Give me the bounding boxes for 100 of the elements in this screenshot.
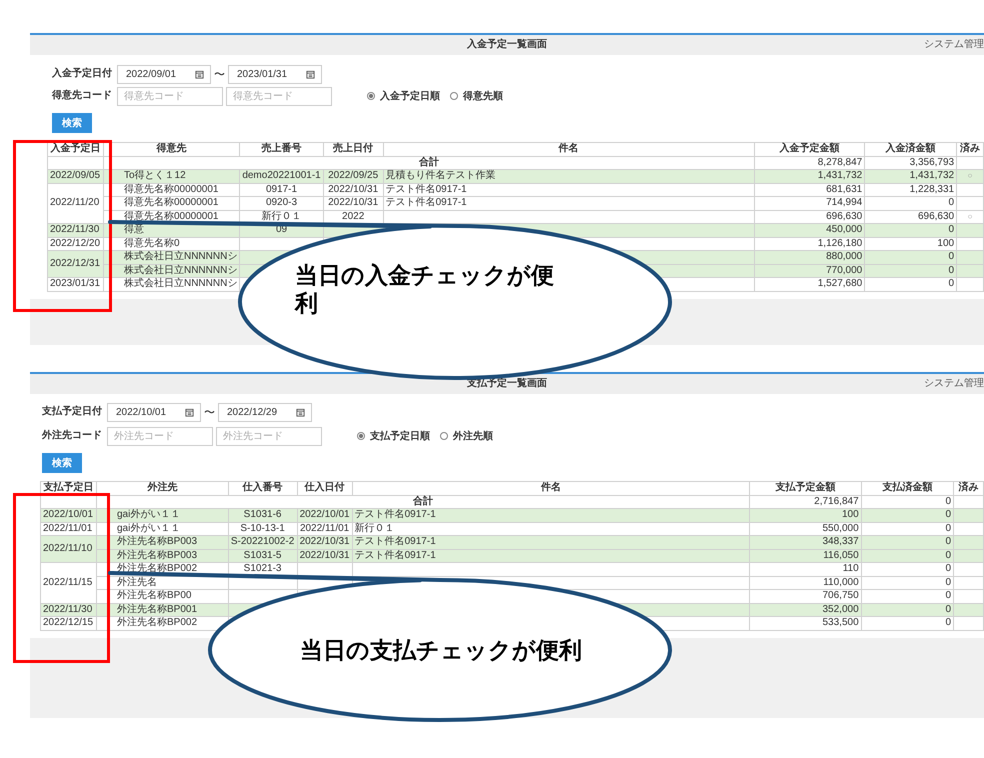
column-header: 済み <box>956 142 984 156</box>
table-cell: 2022/10/01 <box>40 508 96 522</box>
table-cell: demo20221001-1 <box>240 170 324 183</box>
table-cell: 1,228,331 <box>864 183 957 196</box>
sort-radio[interactable]: 支払予定日順 <box>357 429 430 443</box>
date-field[interactable]: 2023/01/31 <box>228 64 322 84</box>
calendar-icon <box>185 408 194 416</box>
table-cell: 0 <box>861 508 954 522</box>
table-cell: 2022/11/15 <box>40 562 96 603</box>
table-cell: 0 <box>861 549 954 562</box>
table-cell: 110 <box>750 562 862 576</box>
column-header: 売上番号 <box>240 142 324 156</box>
table-cell: テスト件名0917-1 <box>383 183 754 196</box>
field-label: 得意先コード <box>52 90 113 102</box>
table-cell: 外注先名称BP003 <box>96 549 228 562</box>
table-cell: 1,431,732 <box>864 170 957 183</box>
code-field[interactable]: 外注先コード <box>216 426 322 446</box>
table-cell: 533,500 <box>750 616 862 630</box>
radio-icon[interactable] <box>450 92 458 100</box>
code-field[interactable]: 得意先コード <box>226 86 332 106</box>
radio-icon[interactable] <box>357 432 365 440</box>
table-cell: 0 <box>861 576 954 590</box>
table-cell: 0920-3 <box>240 196 324 210</box>
table-cell: テスト件名0917-1 <box>352 536 750 549</box>
table-cell: テスト件名0917-1 <box>352 549 750 562</box>
table-cell: 0 <box>861 562 954 576</box>
table-cell: 2022/11/30 <box>48 224 104 237</box>
table-cell: 得意先名称00000001 <box>103 196 240 210</box>
table-cell: S1031-5 <box>228 549 298 562</box>
column-header: 仕入日付 <box>297 482 352 495</box>
table-cell: 見積もり件名テスト作業 <box>383 170 754 183</box>
table-cell: 0 <box>861 536 954 549</box>
table-cell: 2022/11/10 <box>40 536 96 562</box>
table-cell: 2022/10/31 <box>297 536 352 549</box>
table-cell: 2022/10/01 <box>297 508 352 522</box>
user-name: システム管理 <box>924 39 984 51</box>
table-cell: 2022/09/05 <box>48 170 104 183</box>
column-header: 入金予定金額 <box>754 142 865 156</box>
table-cell: 880,000 <box>754 250 865 264</box>
code-field[interactable]: 外注先コード <box>107 426 213 446</box>
table-cell: 2022/10/31 <box>323 196 384 210</box>
column-header: 入金済金額 <box>864 142 957 156</box>
date-field[interactable]: 2022/12/29 <box>218 402 312 422</box>
table-cell: 0 <box>861 590 954 603</box>
table-cell: 0917-1 <box>240 183 324 196</box>
table-cell: 0 <box>864 278 957 291</box>
calendar-icon <box>306 70 315 78</box>
field-label: 支払予定日付 <box>42 406 103 418</box>
radio-icon[interactable] <box>367 92 375 100</box>
table-cell: 0 <box>861 616 954 630</box>
column-header: 外注先 <box>96 482 228 495</box>
table-cell: 2022/12/31 <box>48 250 104 278</box>
table-cell: 2022/10/31 <box>297 549 352 562</box>
table-cell: 2022/12/15 <box>40 616 96 630</box>
calendar-icon <box>195 70 204 78</box>
table-cell: 352,000 <box>750 603 862 616</box>
table-cell: テスト件名0917-1 <box>352 508 750 522</box>
column-header: 件名 <box>383 142 754 156</box>
table-cell: 得意先名称00000001 <box>103 183 240 196</box>
column-header: 支払済金額 <box>861 482 954 495</box>
callout-text: 当日の入金チェックが便利 <box>295 262 555 318</box>
table-cell: 株式会社日立NNNNNNシ <box>103 264 240 278</box>
table-cell: 0 <box>864 264 957 278</box>
radio-icon[interactable] <box>440 432 448 440</box>
table-cell: 1,431,732 <box>754 170 865 183</box>
table-cell: 1,527,680 <box>754 278 865 291</box>
date-field[interactable]: 2022/09/01 <box>117 64 211 84</box>
screen-title: 入金予定一覧画面 <box>467 39 547 51</box>
table-cell: 株式会社日立NNNNNNシ <box>103 250 240 264</box>
sort-radio[interactable]: 入金予定日順 <box>367 89 440 103</box>
table-cell: 706,750 <box>750 590 862 603</box>
table-cell: 2022/09/25 <box>323 170 384 183</box>
table-cell: To得とく１12 <box>103 170 240 183</box>
sort-radio[interactable]: 外注先順 <box>440 429 493 443</box>
table-cell: 0 <box>861 603 954 616</box>
callout-text: 当日の支払チェックが便利 <box>300 637 583 665</box>
date-field[interactable]: 2022/10/01 <box>107 402 201 422</box>
table-cell: S-20221002-2 <box>228 536 298 549</box>
table-cell: 100 <box>750 508 862 522</box>
column-header: 仕入番号 <box>228 482 298 495</box>
table-cell: 0 <box>864 224 957 237</box>
table-cell: 2022/11/30 <box>40 603 96 616</box>
sort-radio[interactable]: 得意先順 <box>450 89 503 103</box>
table-cell: 外注先名称BP003 <box>96 536 228 549</box>
calendar-icon <box>296 408 305 416</box>
code-field[interactable]: 得意先コード <box>117 86 223 106</box>
table-cell: 0 <box>864 196 957 210</box>
range-separator: 〜 <box>214 68 225 82</box>
column-header: 得意先 <box>103 142 240 156</box>
table-cell: 110,000 <box>750 576 862 590</box>
column-header: 済み <box>954 482 984 495</box>
table-cell: 450,000 <box>754 224 865 237</box>
table-cell: gai外がい１１ <box>96 508 228 522</box>
table-cell: S1031-6 <box>228 508 298 522</box>
user-name: システム管理 <box>924 378 984 390</box>
range-separator: 〜 <box>204 406 215 420</box>
field-label: 入金予定日付 <box>52 68 113 80</box>
table-cell: 714,994 <box>754 196 865 210</box>
table-cell: テスト件名0917-1 <box>383 196 754 210</box>
column-header: 支払予定金額 <box>750 482 862 495</box>
